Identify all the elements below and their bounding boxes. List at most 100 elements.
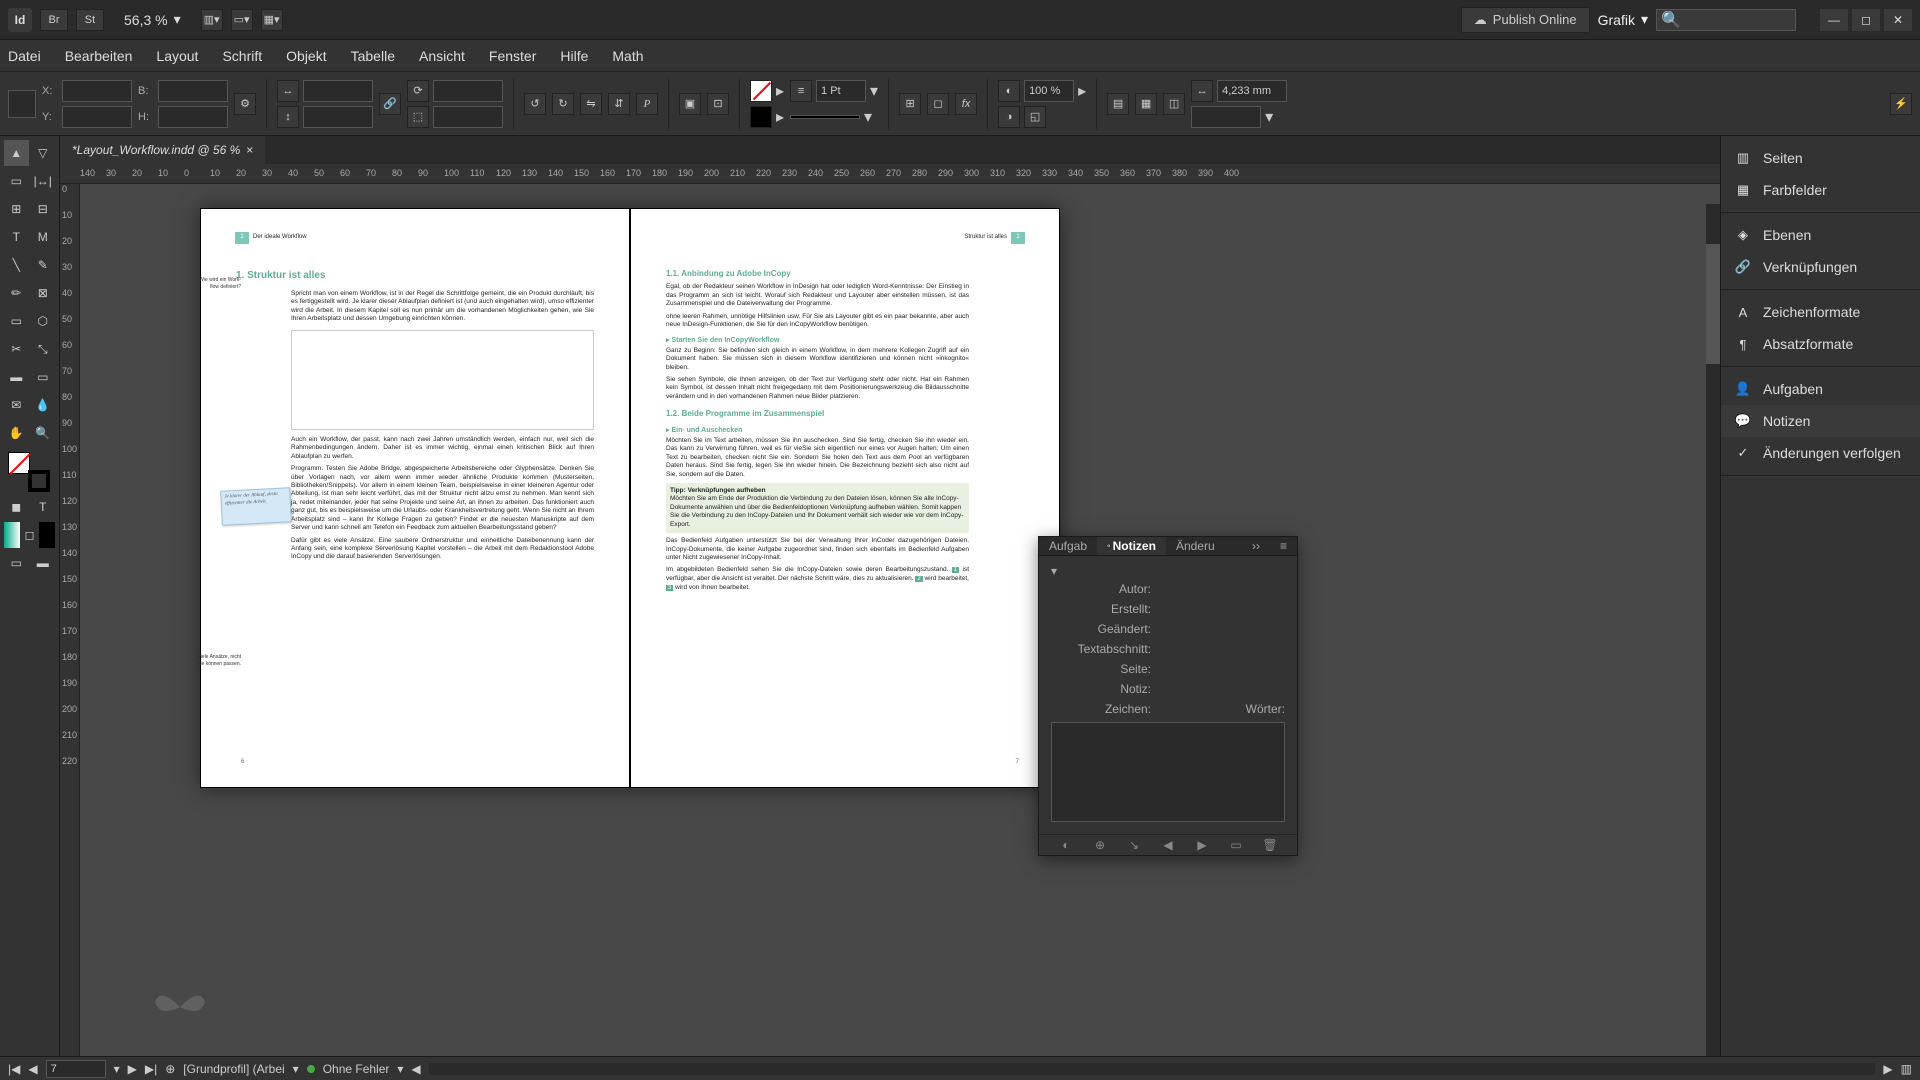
- next-page-icon[interactable]: ▶: [128, 1062, 137, 1076]
- zoom-tool[interactable]: 🔍: [31, 420, 56, 446]
- stroke-arrow-icon[interactable]: ▸: [776, 107, 784, 127]
- menu-ansicht[interactable]: Ansicht: [419, 48, 465, 64]
- sticky-note[interactable]: Je klarer der Ablauf, desto effizienter …: [220, 487, 292, 526]
- panel-seiten[interactable]: ▥Seiten: [1721, 142, 1920, 174]
- rectangle-tool[interactable]: ▭: [4, 308, 29, 334]
- minimize-button[interactable]: —: [1820, 9, 1848, 31]
- vertical-ruler[interactable]: 0102030405060708090100110120130140150160…: [60, 184, 80, 1056]
- fill-color-swatch[interactable]: [8, 452, 30, 474]
- x-input[interactable]: [62, 80, 132, 102]
- zoom-level-dropdown[interactable]: 56,3 % ▾: [112, 11, 193, 28]
- w-input[interactable]: [158, 80, 228, 102]
- stock-button[interactable]: St: [76, 9, 104, 31]
- note-tool[interactable]: ✉: [4, 392, 29, 418]
- fill-swatch-icon[interactable]: [750, 80, 772, 102]
- h-input[interactable]: [158, 106, 228, 128]
- scale-x-input[interactable]: [303, 80, 373, 102]
- fit-frame-icon[interactable]: ◻: [927, 93, 949, 115]
- page-tool[interactable]: ▭: [4, 168, 29, 194]
- rotate-90ccw-icon[interactable]: ↺: [524, 93, 546, 115]
- close-tab-icon[interactable]: ×: [246, 143, 253, 157]
- gap-input[interactable]: 4,233 mm: [1217, 80, 1287, 102]
- disclosure-icon[interactable]: ▾: [1051, 564, 1057, 578]
- convert-note-icon[interactable]: ▭: [1225, 835, 1247, 855]
- opacity-icon[interactable]: ◑: [998, 106, 1020, 128]
- panel-zeichenformate[interactable]: AZeichenformate: [1721, 296, 1920, 328]
- scale-y-input[interactable]: [303, 106, 373, 128]
- page-left[interactable]: 1 Der ideale Workflow 1. Struktur ist al…: [200, 208, 630, 788]
- menu-layout[interactable]: Layout: [156, 48, 198, 64]
- document-tab[interactable]: *Layout_Workflow.indd @ 56 % ×: [60, 136, 265, 164]
- scroll-left-icon[interactable]: ◀: [411, 1062, 420, 1076]
- type-tool[interactable]: T: [4, 224, 29, 250]
- auto-fit-icon[interactable]: ⊞: [899, 93, 921, 115]
- vertical-scrollbar[interactable]: [1706, 204, 1720, 1056]
- y-input[interactable]: [62, 106, 132, 128]
- panel-aufgaben[interactable]: 👤Aufgaben: [1721, 373, 1920, 405]
- constrain-proportions-icon[interactable]: ⚙: [234, 93, 256, 115]
- panel-farbfelder[interactable]: ▦Farbfelder: [1721, 174, 1920, 206]
- rotate-90cw-icon[interactable]: ↻: [552, 93, 574, 115]
- panel-absatzformate[interactable]: ¶Absatzformate: [1721, 328, 1920, 360]
- align-select[interactable]: [1191, 106, 1261, 128]
- chevron-down-icon[interactable]: ▾: [870, 81, 878, 101]
- stroke-swatch-icon[interactable]: [750, 106, 772, 128]
- text-format-icon[interactable]: T: [31, 494, 56, 520]
- line-tool[interactable]: ╲: [4, 252, 29, 278]
- panel-ebenen[interactable]: ◈Ebenen: [1721, 219, 1920, 251]
- horizontal-ruler[interactable]: 1403020100102030405060708090100110120130…: [60, 164, 1720, 184]
- page-dropdown-icon[interactable]: ▾: [114, 1062, 120, 1076]
- gap-tool[interactable]: |↔|: [31, 168, 56, 194]
- menu-hilfe[interactable]: Hilfe: [560, 48, 588, 64]
- fill-stroke-tool[interactable]: [4, 452, 54, 492]
- workspace-switcher[interactable]: Grafik ▾: [1598, 11, 1648, 28]
- search-field[interactable]: 🔍: [1656, 9, 1796, 31]
- tab-aufgaben[interactable]: Aufgab: [1039, 537, 1097, 555]
- preview-view-icon[interactable]: ▬: [31, 550, 56, 576]
- text-wrap-none-icon[interactable]: ▤: [1107, 93, 1129, 115]
- go-to-anchor-icon[interactable]: ↘: [1123, 835, 1145, 855]
- panel-notizen[interactable]: 💬Notizen: [1721, 405, 1920, 437]
- scrollbar-thumb[interactable]: [1706, 244, 1720, 364]
- stroke-color-swatch[interactable]: [28, 470, 50, 492]
- free-transform-tool[interactable]: ⤡: [31, 336, 56, 362]
- menu-fenster[interactable]: Fenster: [489, 48, 536, 64]
- apply-black-icon[interactable]: [39, 522, 55, 548]
- empty-frame[interactable]: [291, 330, 594, 430]
- panel-aenderungen[interactable]: ✓Änderungen verfolgen: [1721, 437, 1920, 469]
- user-color-icon[interactable]: ◐: [1055, 835, 1077, 855]
- apply-gradient-icon[interactable]: [4, 522, 20, 548]
- chevron-down-icon[interactable]: ▾: [1265, 107, 1273, 127]
- horizontal-scrollbar[interactable]: [429, 1063, 1876, 1075]
- delete-note-icon[interactable]: 🗑: [1259, 835, 1281, 855]
- stroke-style-select[interactable]: [790, 115, 860, 119]
- menu-bearbeiten[interactable]: Bearbeiten: [65, 48, 133, 64]
- flip-v-icon[interactable]: ⇵: [608, 93, 630, 115]
- flip-h-icon[interactable]: ⇋: [580, 93, 602, 115]
- page-input[interactable]: [46, 1060, 106, 1078]
- text-wrap-shape-icon[interactable]: ◫: [1163, 93, 1185, 115]
- scroll-right-icon[interactable]: ▶: [1883, 1062, 1892, 1076]
- stroke-weight-input[interactable]: 1 Pt: [816, 80, 866, 102]
- menu-math[interactable]: Math: [612, 48, 643, 64]
- pen-tool[interactable]: ✎: [31, 252, 56, 278]
- panel-menu-icon[interactable]: ≡: [1270, 537, 1297, 555]
- bridge-button[interactable]: Br: [40, 9, 68, 31]
- preflight-status[interactable]: Ohne Fehler: [323, 1062, 390, 1076]
- direct-selection-tool[interactable]: ▽: [31, 140, 56, 166]
- reference-point-selector[interactable]: [8, 90, 36, 118]
- polygon-tool[interactable]: ⬡: [31, 308, 56, 334]
- corner-icon[interactable]: ◱: [1024, 106, 1046, 128]
- view-options-dropdown[interactable]: ▥▾: [201, 9, 223, 31]
- new-note-icon[interactable]: ⊕: [1089, 835, 1111, 855]
- close-button[interactable]: ✕: [1884, 9, 1912, 31]
- screen-mode-dropdown[interactable]: ▭▾: [231, 9, 253, 31]
- split-view-icon[interactable]: ▥: [1901, 1062, 1912, 1076]
- page-right[interactable]: Struktur ist alles 1 1.1. Anbindung zu A…: [630, 208, 1060, 788]
- selection-tool[interactable]: ▲: [4, 140, 29, 166]
- gradient-feather-tool[interactable]: ▭: [31, 364, 56, 390]
- menu-tabelle[interactable]: Tabelle: [351, 48, 395, 64]
- preflight-profile[interactable]: [Grundprofil] (Arbei: [183, 1062, 284, 1076]
- select-container-icon[interactable]: ▣: [679, 93, 701, 115]
- collapse-icon[interactable]: ››: [1242, 537, 1270, 555]
